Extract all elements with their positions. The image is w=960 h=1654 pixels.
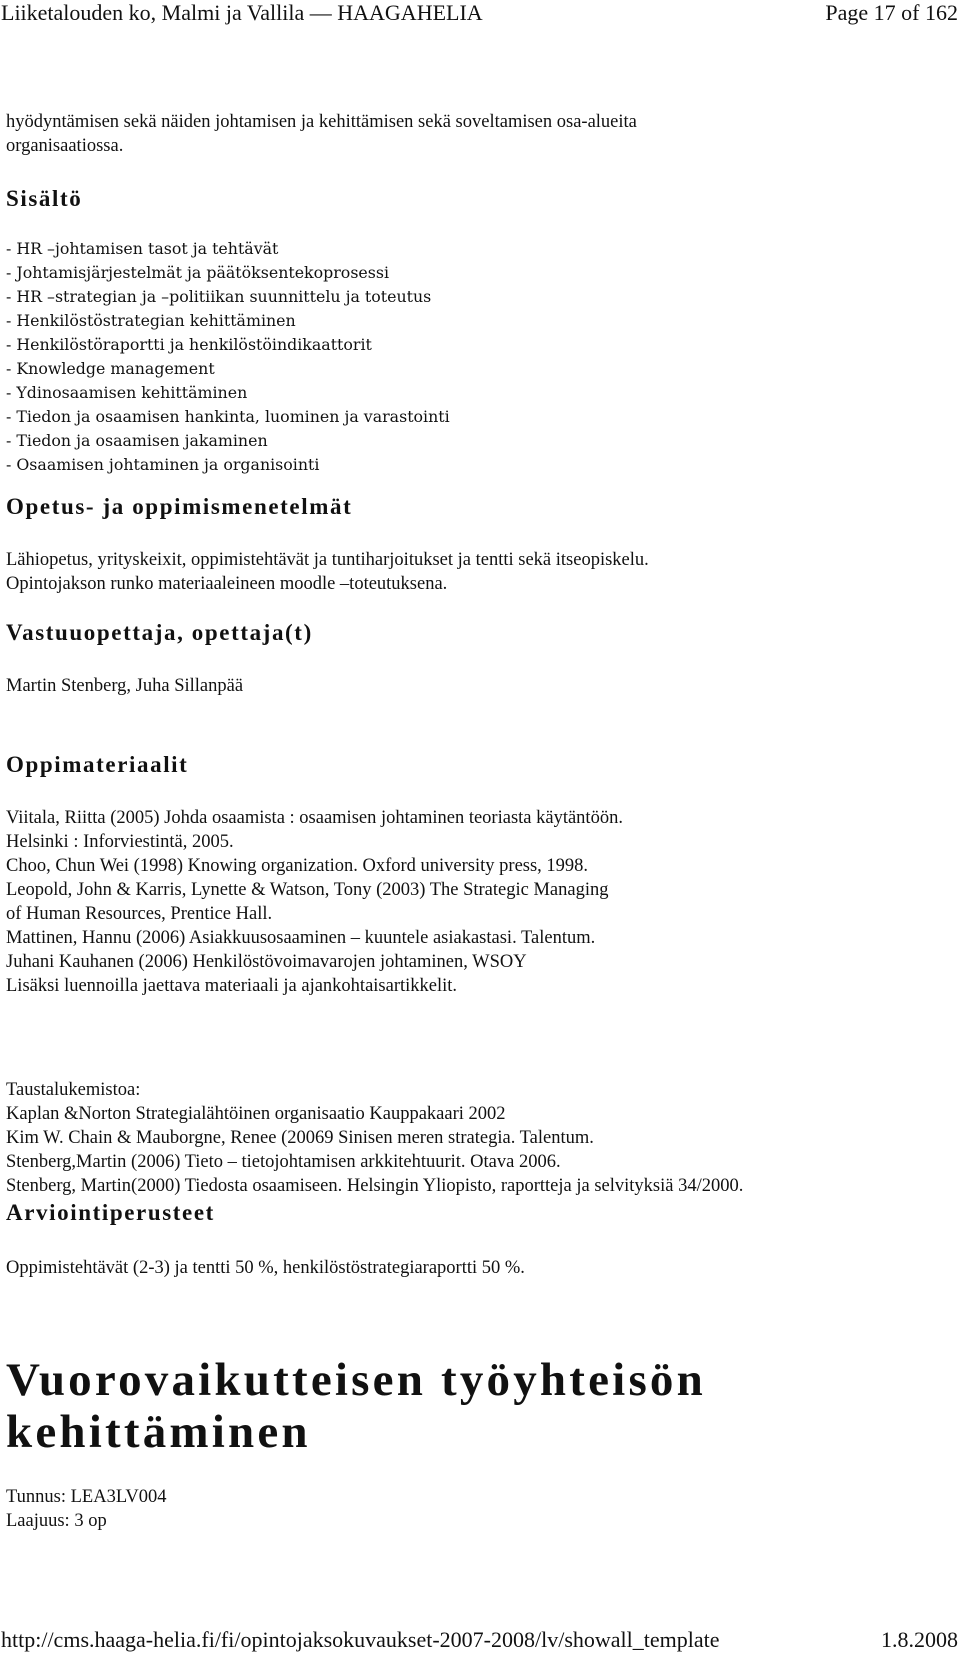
list-item: - Ydinosaamisen kehittäminen (6, 383, 248, 402)
list-item: - HR –strategian ja –politiikan suunnitt… (6, 287, 432, 306)
material-line: of Human Resources, Prentice Hall. (6, 904, 273, 924)
material-line: Viitala, Riitta (2005) Johda osaamista :… (6, 808, 623, 828)
material-line: Helsinki : Inforviestintä, 2005. (6, 832, 234, 852)
material-line: Mattinen, Hannu (2006) Asiakkuusosaamine… (6, 928, 596, 948)
list-item: - Henkilöstöstrategian kehittäminen (6, 311, 296, 330)
list-item: - Osaamisen johtaminen ja organisointi (6, 455, 320, 474)
opetus-line: Opintojakson runko materiaaleineen moodl… (6, 574, 448, 594)
list-item: - Knowledge management (6, 359, 215, 378)
intro-paragraph: hyödyntämisen sekä näiden johtamisen ja … (6, 110, 637, 158)
section-heading-vastuu: Vastuuopettaja, opettaja(t) (6, 620, 313, 645)
materials-list: Viitala, Riitta (2005) Johda osaamista :… (6, 806, 623, 998)
section-heading-opetus: Opetus- ja oppimismenetelmät (6, 494, 353, 519)
assessment-text: Oppimistehtävät (2-3) ja tentti 50 %, he… (6, 1258, 525, 1278)
background-line: Kaplan &Norton Strategialähtöinen organi… (6, 1104, 506, 1124)
list-item: - Johtamisjärjestelmät ja päätöksentekop… (6, 263, 390, 282)
document-title: Liiketalouden ko, Malmi ja Vallila — HAA… (1, 0, 483, 25)
course-title-line: Vuorovaikutteisen työyhteisön (6, 1354, 706, 1406)
intro-line: hyödyntämisen sekä näiden johtamisen ja … (6, 112, 637, 132)
list-item: - Tiedon ja osaamisen jakaminen (6, 431, 268, 450)
course-code: Tunnus: LEA3LV004 (6, 1487, 167, 1507)
course-title: Vuorovaikutteisen työyhteisön kehittämin… (6, 1354, 706, 1458)
opetus-line: Lähiopetus, yrityskeixit, oppimistehtävä… (6, 550, 649, 570)
opetus-paragraph: Lähiopetus, yrityskeixit, oppimistehtävä… (6, 548, 649, 596)
print-date: 1.8.2008 (881, 1627, 958, 1652)
page-header: Liiketalouden ko, Malmi ja Vallila — HAA… (0, 0, 960, 26)
course-scope: Laajuus: 3 op (6, 1511, 107, 1531)
content-list: - HR –johtamisen tasot ja tehtävät - Joh… (6, 237, 450, 477)
background-line: Kim W. Chain & Mauborgne, Renee (20069 S… (6, 1128, 594, 1148)
material-line: Lisäksi luennoilla jaettava materiaali j… (6, 976, 458, 996)
background-line: Stenberg, Martin(2000) Tiedosta osaamise… (6, 1176, 744, 1196)
course-title-line: kehittäminen (6, 1406, 311, 1458)
background-line: Stenberg,Martin (2006) Tieto – tietojoht… (6, 1152, 561, 1172)
section-heading-oppimateriaalit: Oppimateriaalit (6, 752, 189, 777)
section-heading-sisalto: Sisältö (6, 186, 83, 211)
list-item: - Tiedon ja osaamisen hankinta, luominen… (6, 407, 450, 426)
course-meta: Tunnus: LEA3LV004 Laajuus: 3 op (6, 1485, 167, 1533)
background-reading-label: Taustalukemistoa: (6, 1080, 141, 1100)
section-heading-arviointi: Arviointiperusteet (6, 1200, 215, 1225)
material-line: Choo, Chun Wei (1998) Knowing organizati… (6, 856, 589, 876)
background-reading: Taustalukemistoa: Kaplan &Norton Strateg… (6, 1078, 743, 1198)
list-item: - Henkilöstöraportti ja henkilöstöindika… (6, 335, 372, 354)
list-item: - HR –johtamisen tasot ja tehtävät (6, 239, 279, 258)
material-line: Leopold, John & Karris, Lynette & Watson… (6, 880, 609, 900)
page-footer: http://cms.haaga-helia.fi/fi/opintojakso… (0, 1627, 960, 1653)
page-number: Page 17 of 162 (825, 0, 958, 25)
source-url: http://cms.haaga-helia.fi/fi/opintojakso… (1, 1627, 720, 1652)
teachers-text: Martin Stenberg, Juha Sillanpää (6, 676, 244, 696)
intro-line: organisaatiossa. (6, 136, 124, 156)
material-line: Juhani Kauhanen (2006) Henkilöstövoimava… (6, 952, 527, 972)
